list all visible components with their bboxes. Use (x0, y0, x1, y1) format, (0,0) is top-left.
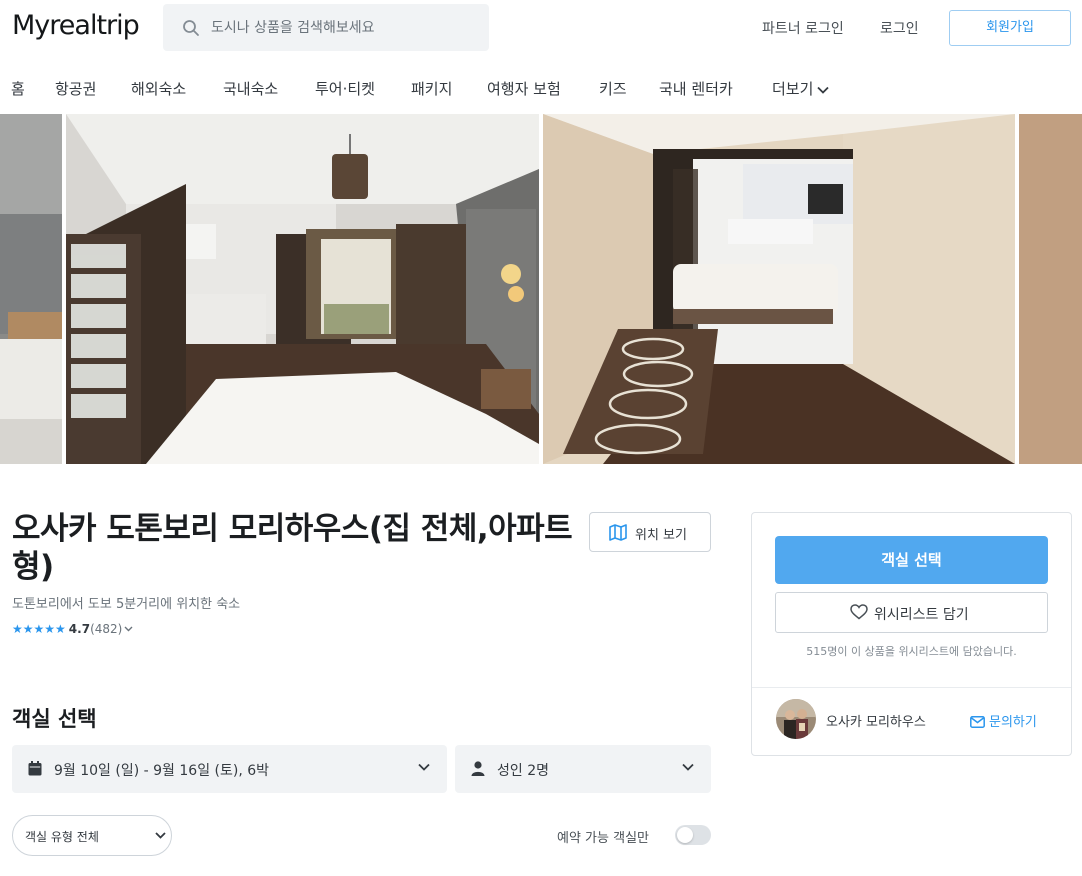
nav-item-kids[interactable]: 키즈 (599, 78, 627, 99)
gallery-photo[interactable] (543, 114, 1015, 464)
main-nav: 홈 항공권 해외숙소 국내숙소 투어·티켓 패키지 여행자 보험 키즈 국내 렌… (0, 56, 1082, 114)
nav-item-rental-car[interactable]: 국내 렌터카 (659, 78, 733, 99)
nav-item-flights[interactable]: 항공권 (55, 78, 96, 99)
host-avatar[interactable] (776, 699, 816, 739)
wishlist-label: 위시리스트 담기 (874, 607, 969, 623)
signup-button[interactable]: 회원가입 (949, 10, 1071, 46)
logo[interactable]: Myrealtrip (12, 10, 140, 41)
wishlist-button[interactable]: 위시리스트 담기 (775, 592, 1048, 633)
available-only-label: 예약 가능 객실만 (557, 831, 649, 846)
nav-item-insurance[interactable]: 여행자 보험 (487, 78, 561, 99)
wishlist-count-note: 515명이 이 상품을 위시리스트에 담았습니다. (806, 645, 1017, 658)
partner-login-link[interactable]: 파트너 로그인 (762, 18, 844, 38)
nav-more-label: 더보기 (772, 80, 814, 98)
photo-gallery[interactable] (0, 114, 1082, 464)
chevron-down-icon (155, 832, 166, 839)
available-only-toggle[interactable] (675, 825, 711, 845)
view-location-button[interactable]: 위치 보기 (589, 512, 711, 552)
search-icon (183, 20, 199, 36)
gallery-photo[interactable] (1019, 114, 1082, 464)
chevron-down-icon (418, 763, 430, 771)
rating-score: 4.7 (68, 622, 91, 636)
gallery-photo[interactable] (0, 114, 62, 464)
review-count: (482) (90, 622, 123, 636)
date-picker[interactable]: 9월 10일 (일) - 9월 16일 (토), 6박 (12, 745, 447, 793)
toggle-knob (677, 827, 693, 843)
view-location-label: 위치 보기 (635, 528, 687, 543)
select-room-button[interactable]: 객실 선택 (775, 536, 1048, 584)
person-icon (471, 761, 485, 776)
site-header: Myrealtrip 파트너 로그인 로그인 회원가입 (0, 0, 1082, 56)
product-title: 오사카 도톤보리 모리하우스(집 전체,아파트형) (12, 511, 573, 585)
nav-item-overseas-stay[interactable]: 해외숙소 (131, 78, 186, 99)
chevron-down-icon (682, 763, 694, 771)
gallery-photo[interactable] (66, 114, 539, 464)
inquiry-button[interactable]: 문의하기 (970, 711, 1037, 730)
host-name[interactable]: 오사카 모리하우스 (826, 711, 926, 730)
chevron-down-icon (124, 626, 133, 632)
search-input[interactable] (211, 4, 481, 51)
star-rating-icon: ★★★★★ (12, 622, 66, 636)
rating[interactable]: ★★★★★ 4.7(482) (12, 622, 133, 636)
card-divider (752, 687, 1071, 688)
nav-item-more[interactable]: 더보기 (772, 78, 830, 99)
mail-icon (970, 716, 985, 728)
calendar-icon (28, 761, 42, 776)
nav-item-packages[interactable]: 패키지 (411, 78, 452, 99)
login-link[interactable]: 로그인 (880, 18, 919, 38)
nav-item-domestic-stay[interactable]: 국내숙소 (223, 78, 278, 99)
heart-icon (850, 604, 868, 620)
room-select-heading: 객실 선택 (12, 707, 97, 731)
map-icon (609, 524, 627, 541)
room-type-label: 객실 유형 전체 (25, 830, 99, 844)
guest-count: 성인 2명 (497, 763, 549, 779)
search-bar[interactable] (163, 4, 489, 51)
room-type-select[interactable]: 객실 유형 전체 (12, 815, 172, 856)
chevron-down-icon (817, 86, 830, 94)
guest-picker[interactable]: 성인 2명 (455, 745, 711, 793)
booking-card: 객실 선택 위시리스트 담기 515명이 이 상품을 위시리스트에 담았습니다.… (751, 512, 1072, 756)
date-range: 9월 10일 (일) - 9월 16일 (토), 6박 (54, 763, 270, 779)
inquiry-label: 문의하기 (989, 715, 1037, 730)
product-subtitle: 도톤보리에서 도보 5분거리에 위치한 숙소 (12, 597, 241, 612)
nav-item-home[interactable]: 홈 (11, 78, 25, 99)
nav-item-tours-tickets[interactable]: 투어·티켓 (315, 78, 375, 99)
